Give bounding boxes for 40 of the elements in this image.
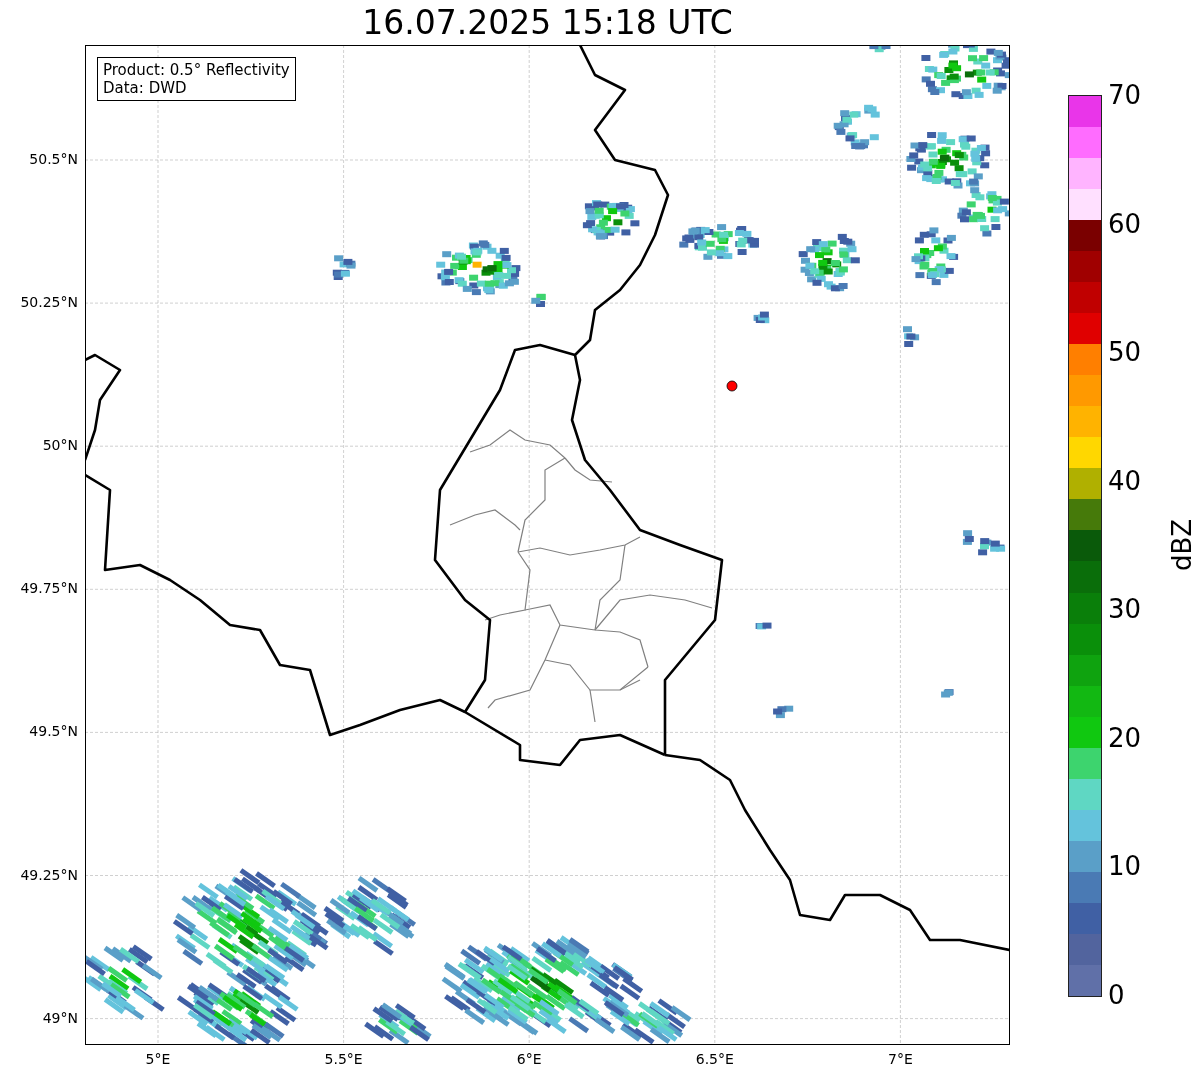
colorbar-tick-label: 20 [1108,722,1142,753]
axis-tick-label: 49.75°N [20,580,78,597]
radar-echo [941,689,954,698]
axis-tick-label: 50°N [42,437,78,454]
radar-echo [332,255,356,280]
colorbar-tick-label: 0 [1108,980,1125,1010]
colorbar-tick-label: 70 [1108,80,1142,110]
radar-echo [531,293,546,307]
colorbar-tick-label: 30 [1108,594,1142,625]
colorbar-tick-label: 10 [1108,851,1142,882]
axis-tick-label: 50.25°N [20,294,78,311]
legend-text: Product: 0.5° Reflectivity [103,61,290,79]
colorbar-tick-label: 40 [1108,465,1142,496]
radar-echo [911,227,959,286]
location-marker [726,380,738,392]
colorbar-tick-label: 50 [1108,337,1142,368]
colorbar-tick-label: 60 [1108,208,1142,239]
radar-echo [755,622,772,630]
radar-echo [798,233,860,292]
legend-text: Data: DWD [103,79,188,97]
radar-echo [753,311,770,324]
chart-title: 16.07.2025 15:18 UTC [362,3,733,44]
radar-echo [833,104,880,150]
axis-tick-label: 6°E [516,1051,542,1067]
colorbar-label: dBZ [1167,518,1198,572]
radar-echo [978,538,1006,556]
radar-echo [582,200,640,240]
axis-tick-label: 5.5°E [324,1051,363,1067]
axis-tick-label: 49.5°N [29,723,78,740]
axis-tick-label: 49.25°N [20,866,78,883]
axis-tick-label: 7°E [888,1051,913,1067]
axis-tick-label: 6.5°E [695,1051,734,1067]
radar-echo [869,46,891,53]
radar-echo [962,530,974,545]
radar-echo [903,326,920,347]
axis-tick-label: 5°E [145,1051,171,1067]
radar-echo [364,1002,432,1044]
axis-tick-label: 49°N [42,1009,78,1026]
radar-echo [773,705,794,719]
axis-tick-label: 50.5°N [29,151,78,167]
